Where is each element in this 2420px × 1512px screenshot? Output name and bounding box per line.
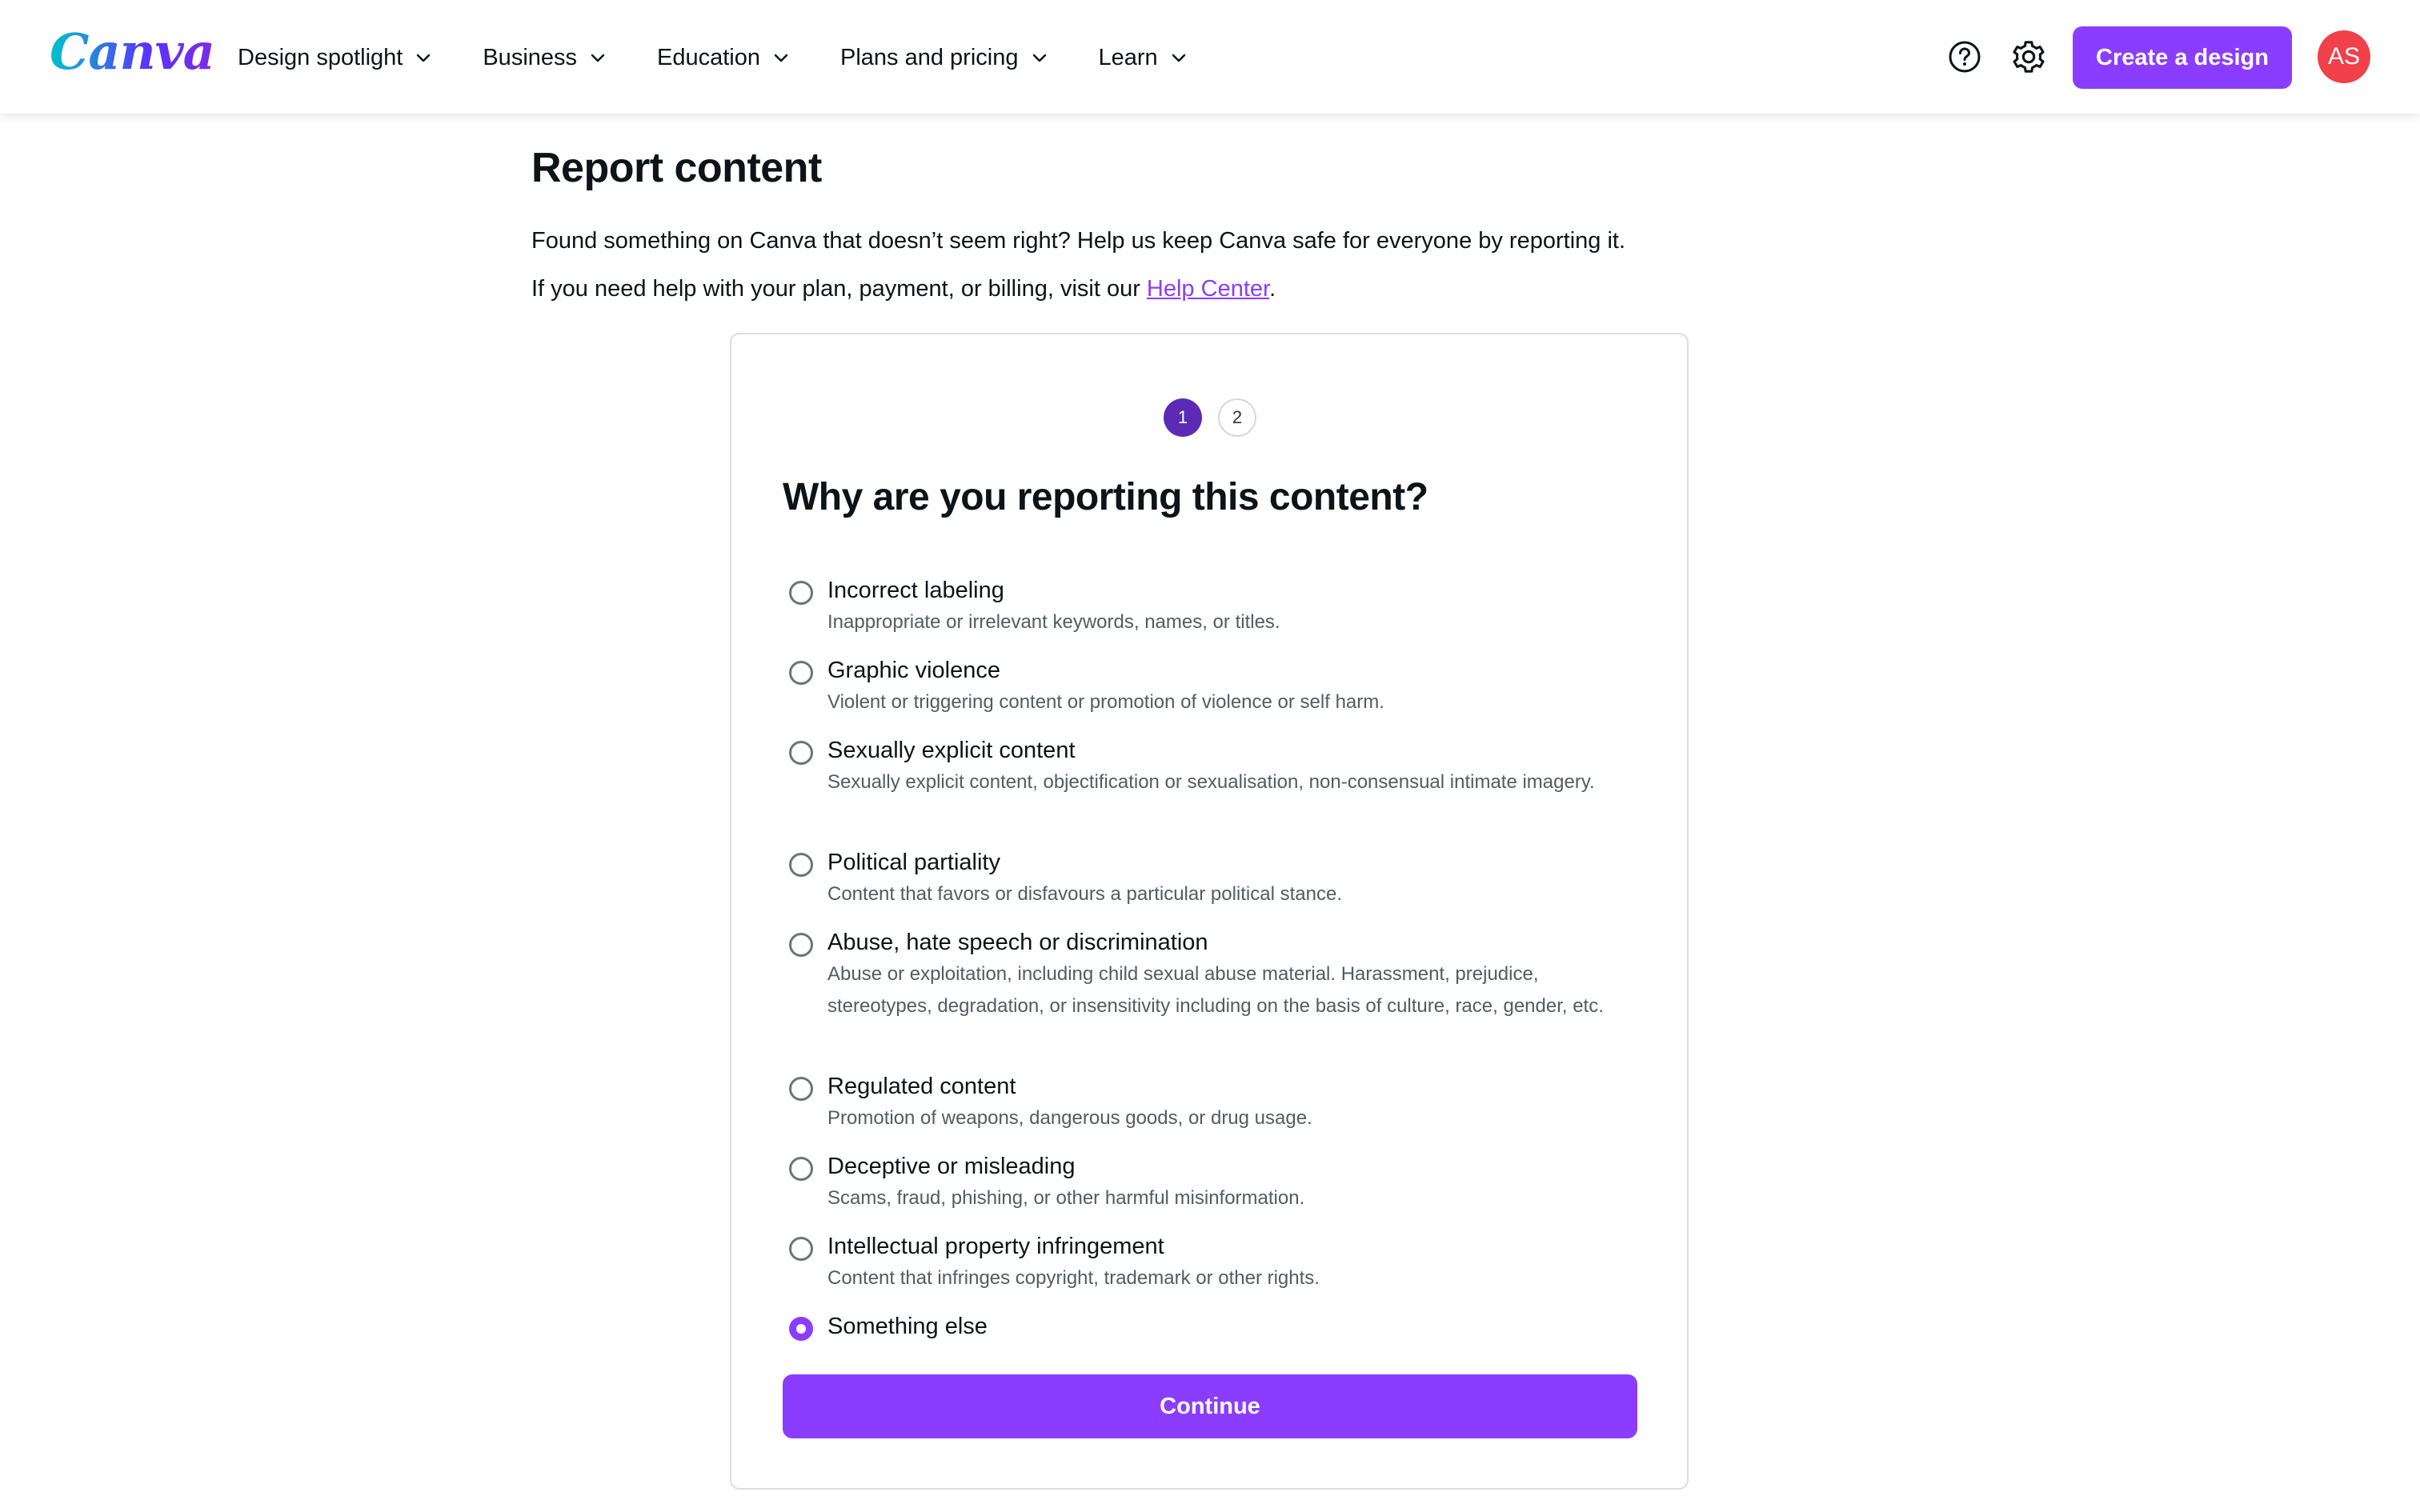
nav-label: Business (483, 44, 578, 70)
main-nav: Design spotlight Business Education Plan… (238, 37, 1188, 78)
avatar[interactable]: AS (2318, 30, 2370, 83)
nav-business[interactable]: Business (483, 45, 607, 71)
radio-button[interactable] (789, 1077, 813, 1101)
radio-button[interactable] (789, 741, 813, 765)
help-button[interactable] (1946, 38, 1983, 75)
nav-label: Learn (1098, 44, 1158, 70)
option-label: Political partiality (827, 850, 1000, 875)
nav-label: Education (657, 44, 761, 70)
nav-label: Design spotlight (238, 44, 403, 70)
option-deceptive-misleading[interactable]: Deceptive or misleading Scams, fraud, ph… (783, 1150, 1639, 1230)
nav-design-spotlight[interactable]: Design spotlight (238, 45, 433, 71)
continue-button[interactable]: Continue (783, 1374, 1637, 1438)
report-form-card: 1 2 Why are you reporting this content? … (730, 333, 1689, 1490)
help-circle-icon (1949, 41, 1981, 73)
option-description: Promotion of weapons, dangerous goods, o… (827, 1107, 1312, 1129)
option-something-else[interactable]: Something else (783, 1310, 1639, 1358)
option-label: Regulated content (827, 1074, 1016, 1099)
top-header: Canva Design spotlight Business Educatio… (0, 0, 2420, 114)
option-label: Graphic violence (827, 658, 1000, 683)
help-center-link[interactable]: Help Center (1147, 276, 1269, 302)
radio-button[interactable] (789, 853, 813, 877)
option-ip-infringement[interactable]: Intellectual property infringement Conte… (783, 1230, 1639, 1310)
step-2: 2 (1218, 398, 1256, 437)
option-description: Abuse or exploitation, including child s… (827, 963, 1604, 1017)
nav-learn[interactable]: Learn (1099, 45, 1188, 71)
radio-button[interactable] (789, 1237, 813, 1261)
settings-button[interactable] (2010, 38, 2047, 75)
chevron-down-icon (1032, 54, 1046, 62)
canva-logo[interactable]: Canva (50, 22, 215, 81)
page-title: Report content (531, 145, 822, 191)
option-label: Sexually explicit content (827, 738, 1076, 763)
reason-radio-group: Incorrect labeling Inappropriate or irre… (783, 574, 1639, 1358)
chevron-down-icon (774, 54, 788, 62)
nav-plans-pricing[interactable]: Plans and pricing (840, 45, 1048, 71)
option-label: Intellectual property infringement (827, 1234, 1164, 1259)
option-label: Deceptive or misleading (827, 1154, 1076, 1179)
chevron-down-icon (591, 54, 605, 62)
nav-education[interactable]: Education (657, 45, 791, 71)
intro-help-suffix: . (1269, 276, 1276, 302)
option-description: Violent or triggering content or promoti… (827, 691, 1384, 713)
form-question: Why are you reporting this content? (783, 476, 1428, 518)
option-description: Content that favors or disfavours a part… (827, 883, 1342, 905)
intro-help-prefix: If you need help with your plan, payment… (531, 276, 1147, 302)
radio-button[interactable] (789, 933, 813, 957)
option-label: Abuse, hate speech or discrimination (827, 930, 1208, 955)
create-design-button[interactable]: Create a design (2073, 26, 2292, 89)
option-graphic-violence[interactable]: Graphic violence Violent or triggering c… (783, 654, 1639, 734)
option-description: Inappropriate or irrelevant keywords, na… (827, 611, 1280, 633)
nav-label: Plans and pricing (840, 44, 1019, 70)
option-abuse-hate-speech[interactable]: Abuse, hate speech or discrimination Abu… (783, 926, 1639, 1070)
chevron-down-icon (417, 54, 431, 62)
option-sexually-explicit[interactable]: Sexually explicit content Sexually expli… (783, 734, 1639, 846)
option-label: Incorrect labeling (827, 578, 1004, 603)
radio-button[interactable] (789, 581, 813, 605)
option-description: Content that infringes copyright, tradem… (827, 1267, 1320, 1289)
option-incorrect-labeling[interactable]: Incorrect labeling Inappropriate or irre… (783, 574, 1639, 654)
option-regulated-content[interactable]: Regulated content Promotion of weapons, … (783, 1070, 1639, 1150)
radio-button-selected[interactable] (789, 1317, 813, 1341)
option-description: Sexually explicit content, objectificati… (827, 771, 1595, 793)
stepper: 1 2 (1164, 398, 1256, 437)
step-1: 1 (1164, 398, 1202, 437)
radio-button[interactable] (789, 1157, 813, 1181)
option-label: Something else (827, 1314, 988, 1339)
option-political-partiality[interactable]: Political partiality Content that favors… (783, 846, 1639, 926)
gear-icon (2013, 41, 2045, 73)
radio-button[interactable] (789, 661, 813, 685)
intro-text: Found something on Canva that doesn’t se… (531, 228, 1626, 254)
chevron-down-icon (1172, 54, 1185, 62)
option-description: Scams, fraud, phishing, or other harmful… (827, 1187, 1305, 1209)
intro-help-text: If you need help with your plan, payment… (531, 276, 1276, 302)
